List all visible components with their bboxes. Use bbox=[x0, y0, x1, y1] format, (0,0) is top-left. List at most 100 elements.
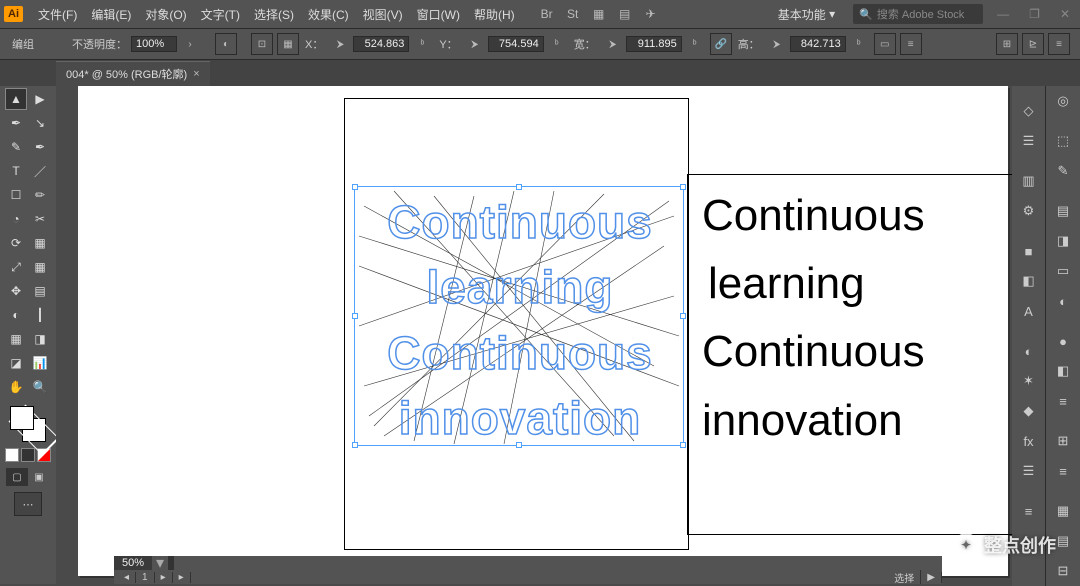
mesh-tool[interactable]: ◐ bbox=[5, 304, 27, 326]
window-close[interactable]: ✕ bbox=[1054, 7, 1076, 21]
artboards-icon[interactable]: ▤ bbox=[1046, 196, 1080, 226]
bar-icon-2[interactable]: ⊵ bbox=[1022, 33, 1044, 55]
zoom-scrollbar[interactable]: 50% ▾ bbox=[114, 556, 942, 570]
scale-tool[interactable]: ▦ bbox=[29, 232, 51, 254]
menu-select[interactable]: 选择(S) bbox=[247, 6, 301, 23]
menu-effect[interactable]: 效果(C) bbox=[301, 6, 356, 23]
stock-icon[interactable]: St bbox=[563, 4, 583, 24]
width-tool[interactable]: ⤢ bbox=[5, 256, 27, 278]
fill-swatch[interactable] bbox=[10, 406, 34, 430]
symbol-tool[interactable]: ◪ bbox=[5, 352, 27, 374]
layers-icon[interactable]: ≡ bbox=[1012, 496, 1046, 526]
bar-icon-1[interactable]: ⊞ bbox=[996, 33, 1018, 55]
style-icon[interactable]: ◐ bbox=[215, 33, 237, 55]
free-transform-tool[interactable]: ▦ bbox=[29, 256, 51, 278]
gradient-mode[interactable] bbox=[21, 448, 35, 462]
transform-icon[interactable]: ◐ bbox=[1046, 286, 1080, 316]
pathfinder-icon[interactable]: ▭ bbox=[1046, 256, 1080, 286]
graph-tool[interactable]: 📊 bbox=[29, 352, 51, 374]
shape-builder-tool[interactable]: ✥ bbox=[5, 280, 27, 302]
brushes-icon[interactable]: ◧ bbox=[1012, 266, 1046, 296]
edit-toolbar-button[interactable]: ⋯ bbox=[14, 492, 42, 516]
bar-menu-icon[interactable]: ≡ bbox=[1048, 33, 1070, 55]
eraser-tool[interactable]: ✂ bbox=[29, 208, 51, 230]
menu-view[interactable]: 视图(V) bbox=[356, 6, 410, 23]
paintbrush-tool[interactable]: ✏ bbox=[29, 184, 51, 206]
menu-type[interactable]: 文字(T) bbox=[194, 6, 247, 23]
transform-anchor-icon[interactable]: ⊡ bbox=[251, 33, 273, 55]
menu-file[interactable]: 文件(F) bbox=[31, 6, 84, 23]
hand-tool[interactable]: ✋ bbox=[5, 376, 27, 398]
gpu-icon[interactable]: ✈ bbox=[641, 4, 661, 24]
bridge-icon[interactable]: Br bbox=[537, 4, 557, 24]
variables-icon[interactable]: ⊟ bbox=[1046, 556, 1080, 586]
shaper-tool[interactable]: ◔ bbox=[5, 208, 27, 230]
menu-window[interactable]: 窗口(W) bbox=[410, 6, 467, 23]
para-icon[interactable]: ◧ bbox=[1046, 356, 1080, 386]
color-icon[interactable]: ▥ bbox=[1012, 166, 1046, 196]
curvature-tool[interactable]: ✒ bbox=[29, 136, 51, 158]
menu-help[interactable]: 帮助(H) bbox=[467, 6, 522, 23]
rotate-tool[interactable]: ⟳ bbox=[5, 232, 27, 254]
full-screen[interactable]: ▣ bbox=[28, 468, 50, 486]
document-tab[interactable]: 004* @ 50% (RGB/轮廓) × bbox=[56, 61, 210, 86]
h-input[interactable] bbox=[790, 36, 846, 52]
x-input[interactable] bbox=[353, 36, 409, 52]
stroke-icon[interactable]: ◐ bbox=[1012, 336, 1046, 366]
grid-icon[interactable]: ▤ bbox=[615, 4, 635, 24]
stock-search[interactable]: 🔍 搜索 Adobe Stock bbox=[853, 4, 983, 24]
type-tool[interactable]: T bbox=[5, 160, 27, 182]
direct-select-tool[interactable]: ▶ bbox=[29, 88, 51, 110]
window-minimize[interactable]: — bbox=[991, 7, 1015, 21]
align-icon[interactable]: ≡ bbox=[900, 33, 922, 55]
transform-corner-icon[interactable]: ▦ bbox=[277, 33, 299, 55]
cloud-icon[interactable]: ◎ bbox=[1046, 86, 1080, 116]
graphic-styles-icon[interactable]: ☰ bbox=[1012, 456, 1046, 486]
char-icon[interactable]: ● bbox=[1046, 326, 1080, 356]
window-maximize[interactable]: ❐ bbox=[1023, 7, 1046, 21]
export-icon[interactable]: ⬚ bbox=[1046, 126, 1080, 156]
line-tool[interactable]: ／ bbox=[29, 160, 51, 182]
css-icon[interactable]: ▦ bbox=[1046, 496, 1080, 526]
pen-tool[interactable]: ✎ bbox=[5, 136, 27, 158]
gradient-tool[interactable]: ┃ bbox=[29, 304, 51, 326]
eyedropper-tool[interactable]: ▦ bbox=[5, 328, 27, 350]
appearance-icon[interactable]: fx bbox=[1012, 426, 1046, 456]
rectangle-tool[interactable]: ☐ bbox=[5, 184, 27, 206]
w-input[interactable] bbox=[626, 36, 682, 52]
perspective-tool[interactable]: ▤ bbox=[29, 280, 51, 302]
gradient-icon[interactable]: ✶ bbox=[1012, 366, 1046, 396]
menu-object[interactable]: 对象(O) bbox=[138, 6, 193, 23]
normal-screen[interactable]: ▢ bbox=[6, 468, 28, 486]
tab-close[interactable]: × bbox=[193, 68, 199, 80]
links-icon[interactable]: ⊞ bbox=[1046, 426, 1080, 456]
lasso-tool[interactable]: ↘ bbox=[29, 112, 51, 134]
arrange-icon[interactable]: ▦ bbox=[589, 4, 609, 24]
shape-mode-icon[interactable]: ▭ bbox=[874, 33, 896, 55]
actions-icon[interactable]: ≡ bbox=[1046, 456, 1080, 486]
magic-wand-tool[interactable]: ✒ bbox=[5, 112, 27, 134]
transparency-icon[interactable]: ◆ bbox=[1012, 396, 1046, 426]
workspace-switcher[interactable]: 基本功能 ▾ bbox=[770, 4, 843, 25]
asset-icon[interactable]: ✎ bbox=[1046, 156, 1080, 186]
opentype-icon[interactable]: ≡ bbox=[1046, 386, 1080, 416]
align-panel-icon[interactable]: ◨ bbox=[1046, 226, 1080, 256]
blend-tool[interactable]: ◨ bbox=[29, 328, 51, 350]
outlined-text-group[interactable]: Continuous learning Continuous innovatio… bbox=[358, 190, 682, 452]
libraries-icon[interactable]: ☰ bbox=[1012, 126, 1046, 156]
canvas[interactable]: Continuous learning Continuous innovatio… bbox=[56, 86, 1012, 584]
color-mode[interactable] bbox=[5, 448, 19, 462]
menu-edit[interactable]: 编辑(E) bbox=[84, 6, 138, 23]
swatches-icon[interactable]: ■ bbox=[1012, 236, 1046, 266]
zoom-tool[interactable]: 🔍 bbox=[29, 376, 51, 398]
properties-icon[interactable]: ◇ bbox=[1012, 96, 1046, 126]
zoom-level[interactable]: 50% bbox=[114, 556, 152, 570]
y-input[interactable] bbox=[488, 36, 544, 52]
link-wh-icon[interactable]: 🔗 bbox=[710, 33, 732, 55]
live-text-object[interactable]: Continuous learning Continuous innovatio… bbox=[702, 182, 925, 455]
symbols-icon[interactable]: A bbox=[1012, 296, 1046, 326]
selection-tool[interactable]: ▲ bbox=[5, 88, 27, 110]
color-guide-icon[interactable]: ⚙ bbox=[1012, 196, 1046, 226]
fill-stroke-swatch[interactable] bbox=[10, 406, 46, 442]
opacity-input[interactable] bbox=[131, 36, 177, 52]
